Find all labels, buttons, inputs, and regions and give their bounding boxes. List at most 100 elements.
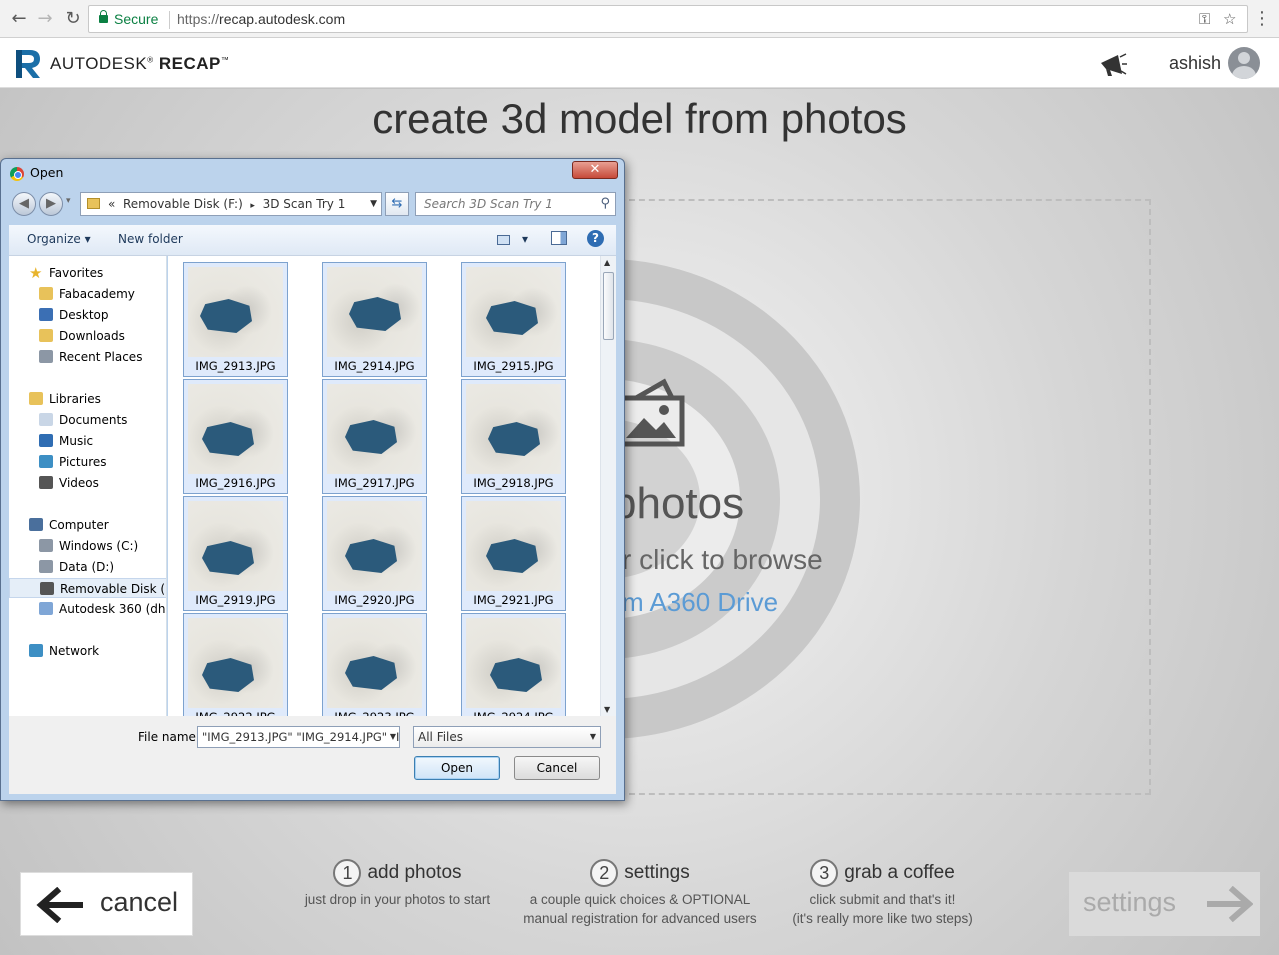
breadcrumb-folder[interactable]: 3D Scan Try 1 bbox=[263, 197, 346, 211]
chevron-down-icon[interactable]: ▼ bbox=[370, 193, 377, 215]
settings-button[interactable]: settings bbox=[1069, 872, 1260, 936]
file-item[interactable]: IMG_2913.JPG bbox=[183, 262, 288, 377]
a360-drive-link[interactable]: m A360 Drive bbox=[622, 587, 778, 618]
nav-item-autodesk-360-dhruv[interactable]: Autodesk 360 (dhruv bbox=[9, 599, 166, 619]
nav-item-removable-disk-f[interactable]: Removable Disk (F:) bbox=[9, 578, 166, 598]
dialog-cancel-button[interactable]: Cancel bbox=[514, 756, 600, 780]
file-item[interactable]: IMG_2914.JPG bbox=[322, 262, 427, 377]
nav-item-label: Data (D:) bbox=[59, 560, 115, 574]
file-thumbnail bbox=[466, 384, 561, 474]
forward-arrow-icon[interactable]: → bbox=[34, 8, 56, 30]
step-add-photos: 1 add photos just drop in your photos to … bbox=[290, 859, 505, 909]
nav-item-favorites[interactable]: ★ Favorites bbox=[9, 263, 166, 283]
file-thumbnail bbox=[188, 618, 283, 708]
breadcrumb-overflow[interactable]: « bbox=[108, 197, 115, 211]
nav-item-music[interactable]: Music bbox=[9, 431, 166, 451]
chevron-down-icon[interactable]: ▼ bbox=[389, 727, 396, 747]
breadcrumb[interactable]: « Removable Disk (F:) ▸ 3D Scan Try 1 ▼ bbox=[80, 192, 382, 216]
username[interactable]: ashish bbox=[1169, 53, 1221, 74]
scroll-thumb[interactable] bbox=[603, 272, 614, 340]
file-item[interactable]: IMG_2917.JPG bbox=[322, 379, 427, 494]
step-number: 3 bbox=[810, 859, 839, 887]
browser-menu-icon[interactable]: ⋮ bbox=[1253, 8, 1271, 29]
scroll-down-icon[interactable]: ▼ bbox=[604, 705, 610, 714]
nav-item-pictures[interactable]: Pictures bbox=[9, 452, 166, 472]
file-list: IMG_2913.JPG IMG_2914.JPG IMG_2915.JPG IMG_… bbox=[168, 256, 600, 716]
music-icon bbox=[39, 434, 53, 447]
nav-item-label: Videos bbox=[59, 476, 99, 490]
step-description: (it's really more like two steps) bbox=[792, 911, 973, 926]
step-description: click submit and that's it! bbox=[809, 892, 956, 907]
file-item[interactable]: IMG_2922.JPG bbox=[183, 613, 288, 716]
step-grab-coffee: 3 grab a coffee click submit and that's i… bbox=[775, 859, 990, 928]
file-item[interactable]: IMG_2915.JPG bbox=[461, 262, 566, 377]
browser-toolbar: ← → ↻ Secure https://recap.autodesk.com … bbox=[0, 0, 1279, 38]
breadcrumb-separator-icon[interactable]: ▸ bbox=[250, 201, 255, 211]
organize-button[interactable]: Organize ▾ bbox=[27, 232, 91, 246]
bookmark-star-icon[interactable]: ☆ bbox=[1223, 10, 1236, 28]
cancel-button[interactable]: cancel bbox=[20, 872, 193, 936]
scroll-up-icon[interactable]: ▲ bbox=[604, 258, 610, 267]
nav-item-label: Downloads bbox=[59, 329, 125, 343]
preview-pane-icon[interactable] bbox=[551, 231, 567, 245]
file-item[interactable]: IMG_2918.JPG bbox=[461, 379, 566, 494]
search-icon[interactable]: ⚲ bbox=[600, 193, 610, 215]
nav-item-recent-places[interactable]: Recent Places bbox=[9, 347, 166, 367]
reload-icon[interactable]: ↻ bbox=[62, 8, 84, 30]
megaphone-icon[interactable] bbox=[1098, 52, 1128, 78]
file-thumbnail bbox=[466, 501, 561, 591]
step-description: a couple quick choices & OPTIONAL bbox=[529, 892, 751, 907]
vertical-scrollbar[interactable]: ▲ ▼ bbox=[600, 256, 616, 716]
change-view-button[interactable]: ▾ bbox=[497, 232, 528, 246]
file-item[interactable]: IMG_2919.JPG bbox=[183, 496, 288, 611]
nav-item-data-d[interactable]: Data (D:) bbox=[9, 557, 166, 577]
step-number: 2 bbox=[590, 859, 619, 887]
back-icon[interactable]: ◀ bbox=[12, 192, 36, 216]
file-type-select[interactable]: All Files ▼ bbox=[413, 726, 601, 748]
url-separator bbox=[169, 11, 170, 29]
chevron-down-icon[interactable]: ▼ bbox=[590, 727, 596, 747]
navigation-pane: ★ Favorites Fabacademy Desktop Downloads Rece… bbox=[9, 256, 167, 716]
nav-item-windows-c[interactable]: Windows (C:) bbox=[9, 536, 166, 556]
file-item[interactable]: IMG_2924.JPG bbox=[461, 613, 566, 716]
nav-item-documents[interactable]: Documents bbox=[9, 410, 166, 430]
key-icon[interactable]: ⚿ bbox=[1199, 10, 1210, 28]
close-icon[interactable]: ✕ bbox=[572, 161, 618, 179]
back-arrow-icon[interactable]: ← bbox=[8, 8, 30, 30]
nav-item-libraries[interactable]: Libraries bbox=[9, 389, 166, 409]
file-name: IMG_2913.JPG bbox=[195, 359, 276, 373]
file-name-input[interactable]: "IMG_2913.JPG" "IMG_2914.JPG" "I ▼ bbox=[197, 726, 400, 748]
new-folder-button[interactable]: New folder bbox=[118, 232, 183, 246]
click-to-browse-link[interactable]: r click to browse bbox=[622, 544, 823, 576]
nav-item-desktop[interactable]: Desktop bbox=[9, 305, 166, 325]
nav-item-computer[interactable]: Computer bbox=[9, 515, 166, 535]
nav-item-network[interactable]: Network bbox=[9, 641, 166, 661]
nav-item-label: Desktop bbox=[59, 308, 109, 322]
refresh-icon[interactable]: ⇆ bbox=[385, 192, 409, 216]
drive-d-icon bbox=[39, 560, 53, 573]
file-thumbnail bbox=[188, 267, 283, 357]
file-item[interactable]: IMG_2920.JPG bbox=[322, 496, 427, 611]
view-icon bbox=[497, 234, 510, 245]
nav-item-downloads[interactable]: Downloads bbox=[9, 326, 166, 346]
help-icon[interactable]: ? bbox=[587, 230, 604, 247]
file-item[interactable]: IMG_2916.JPG bbox=[183, 379, 288, 494]
breadcrumb-drive[interactable]: Removable Disk (F:) bbox=[123, 197, 243, 211]
app-header: AUTODESK® RECAP™ ashish bbox=[0, 38, 1279, 88]
nav-item-fabacademy[interactable]: Fabacademy bbox=[9, 284, 166, 304]
file-item[interactable]: IMG_2921.JPG bbox=[461, 496, 566, 611]
avatar[interactable] bbox=[1228, 47, 1260, 79]
secure-indicator[interactable]: Secure bbox=[99, 10, 158, 27]
address-bar[interactable]: Secure https://recap.autodesk.com ⚿ ☆ bbox=[88, 5, 1248, 33]
recent-locations-icon[interactable]: ▾ bbox=[66, 196, 71, 206]
open-button[interactable]: Open bbox=[414, 756, 500, 780]
dialog-title: Open bbox=[30, 165, 64, 180]
search-placeholder: Search 3D Scan Try 1 bbox=[424, 197, 553, 211]
search-input[interactable]: Search 3D Scan Try 1 ⚲ bbox=[415, 192, 616, 216]
file-thumbnail bbox=[188, 384, 283, 474]
nav-item-videos[interactable]: Videos bbox=[9, 473, 166, 493]
step-number: 1 bbox=[333, 859, 362, 887]
file-item[interactable]: IMG_2923.JPG bbox=[322, 613, 427, 716]
url-text[interactable]: https://recap.autodesk.com bbox=[177, 11, 345, 27]
forward-icon[interactable]: ▶ bbox=[39, 192, 63, 216]
